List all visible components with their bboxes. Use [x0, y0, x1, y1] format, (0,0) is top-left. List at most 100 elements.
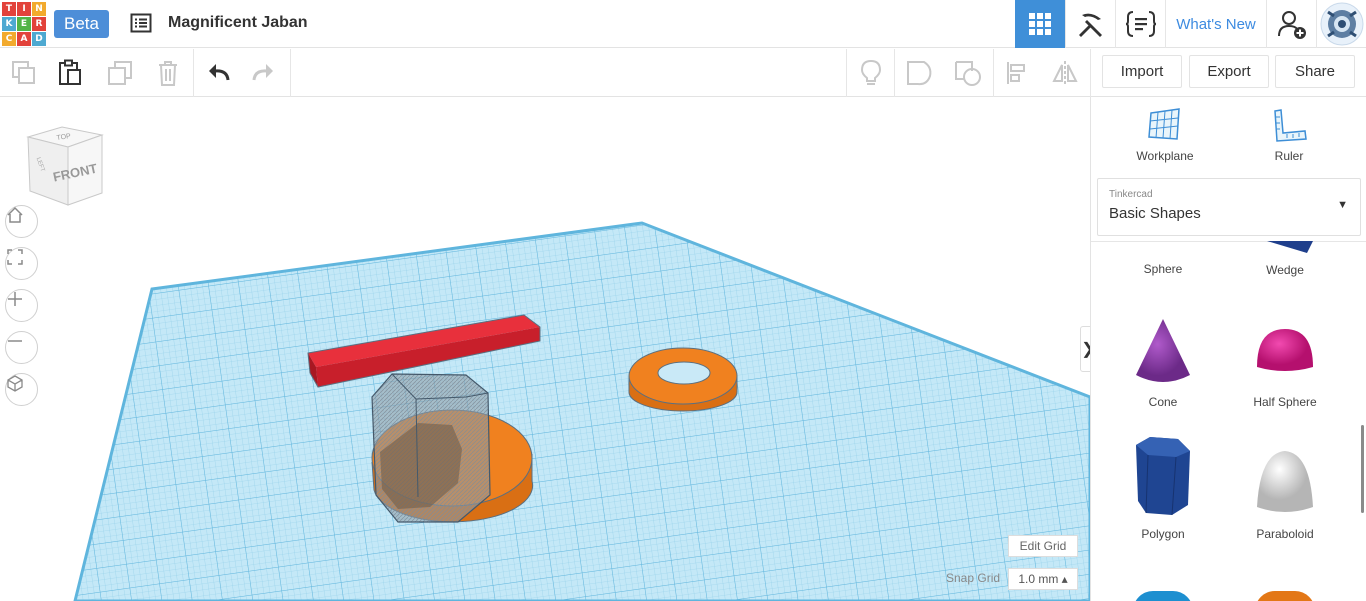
toolbar-divider	[846, 49, 847, 97]
shape-library-select[interactable]: Tinkercad Basic Shapes ▼	[1097, 178, 1361, 236]
view-cube[interactable]: TOP FRONT LEFT	[22, 123, 106, 207]
notes-button[interactable]	[857, 59, 885, 87]
fit-view-icon	[7, 249, 23, 265]
duplicate-icon	[108, 61, 132, 85]
snap-grid-label: Snap Grid	[946, 571, 1001, 585]
logo-letter: K	[2, 17, 16, 31]
shape-cone[interactable]: Cone	[1103, 315, 1223, 409]
design-title[interactable]: Magnificent Jaban	[168, 14, 308, 32]
workplane-icon	[1148, 108, 1180, 140]
wedge-icon	[1267, 241, 1313, 253]
zoom-in-button[interactable]	[5, 289, 38, 322]
ungroup-icon	[955, 61, 981, 86]
paraboloid-icon	[1257, 451, 1313, 512]
ungroup-button[interactable]	[954, 59, 982, 87]
tinkercad-logo[interactable]: T I N K E R C A D	[2, 2, 46, 46]
logo-letter: N	[32, 2, 46, 16]
edit-toolbar: Import Export Share	[0, 49, 1366, 97]
undo-button[interactable]	[204, 59, 232, 87]
caret-down-icon: ▼	[1337, 199, 1348, 211]
toolbar-divider	[193, 49, 194, 97]
codeblocks-button[interactable]	[1115, 0, 1165, 48]
mirror-button[interactable]	[1051, 59, 1079, 87]
avatar-icon	[1320, 2, 1363, 46]
redo-icon	[252, 64, 273, 81]
export-button[interactable]: Export	[1189, 55, 1269, 88]
align-button[interactable]	[1004, 59, 1032, 87]
shape-half-sphere[interactable]: Half Sphere	[1225, 315, 1345, 409]
logo-letter: R	[32, 17, 46, 31]
ruler-icon	[1274, 109, 1307, 142]
workplane-viewport[interactable]: TOP FRONT LEFT Edit Grid Snap Grid 1.0 m…	[0, 97, 1090, 601]
logo-letter: D	[32, 32, 46, 46]
logo-letter: I	[17, 2, 31, 16]
shape-polygon[interactable]: Polygon	[1103, 435, 1223, 541]
copy-icon	[12, 61, 35, 84]
workplane-grid[interactable]	[73, 221, 1090, 601]
zoom-out-icon	[8, 340, 22, 342]
toolbar-divider	[894, 49, 895, 97]
shape-sphere[interactable]: Sphere	[1103, 242, 1223, 276]
pickaxe-icon	[1078, 13, 1102, 37]
top-bar: T I N K E R C A D Beta Magnificent Jaban…	[0, 0, 1366, 48]
header-actions: What's New	[1015, 0, 1366, 48]
snap-grid-select[interactable]: 1.0 mm ▴	[1008, 568, 1078, 590]
shape-wedge[interactable]: Wedge	[1225, 239, 1345, 277]
library-source-label: Tinkercad	[1109, 189, 1153, 200]
mirror-icon	[1052, 61, 1078, 85]
grid-view-button[interactable]	[1015, 0, 1065, 48]
shape-label: Paraboloid	[1256, 527, 1314, 541]
add-user-icon	[1277, 11, 1306, 39]
ruler-label: Ruler	[1274, 149, 1304, 163]
orange-ring-shape[interactable]	[628, 347, 738, 412]
copy-button[interactable]	[10, 59, 38, 87]
shape-label: Half Sphere	[1253, 395, 1317, 409]
shape-preview-next[interactable]	[1255, 591, 1315, 601]
library-name-label: Basic Shapes	[1109, 205, 1201, 222]
shape-paraboloid[interactable]: Paraboloid	[1225, 435, 1345, 541]
group-button[interactable]	[906, 59, 934, 87]
workplane-label: Workplane	[1136, 149, 1194, 163]
code-blocks-icon	[1125, 11, 1156, 37]
delete-icon	[159, 61, 177, 86]
fit-view-button[interactable]	[5, 247, 38, 280]
logo-letter: T	[2, 2, 16, 16]
light-bulb-icon	[860, 59, 882, 85]
workplane-tool[interactable]: Workplane	[1115, 107, 1215, 163]
beta-badge[interactable]: Beta	[54, 10, 109, 38]
toolbar-divider	[290, 49, 291, 97]
paste-icon	[59, 59, 81, 85]
shapes-panel: Workplane Ruler Tinkercad Basic Shapes ▼…	[1090, 97, 1366, 601]
zoom-in-icon	[8, 292, 22, 306]
build-button[interactable]	[1065, 0, 1115, 48]
redo-button[interactable]	[250, 59, 278, 87]
edit-grid-button[interactable]: Edit Grid	[1008, 535, 1078, 557]
half-sphere-icon	[1257, 329, 1313, 371]
polygon-icon	[1136, 437, 1190, 516]
shape-label: Sphere	[1143, 262, 1183, 276]
zoom-out-button[interactable]	[5, 331, 38, 364]
import-button[interactable]: Import	[1102, 55, 1182, 88]
whats-new-link[interactable]: What's New	[1165, 0, 1266, 48]
home-view-button[interactable]	[5, 205, 38, 238]
shape-label: Wedge	[1266, 263, 1304, 277]
panel-scrollbar[interactable]	[1361, 425, 1364, 513]
paste-button[interactable]	[56, 59, 84, 87]
hole-polygon-shape[interactable]	[371, 373, 491, 523]
share-button[interactable]: Share	[1275, 55, 1355, 88]
home-icon	[7, 206, 23, 223]
logo-letter: A	[17, 32, 31, 46]
perspective-button[interactable]	[5, 373, 38, 406]
duplicate-button[interactable]	[106, 59, 134, 87]
shape-label: Polygon	[1141, 527, 1185, 541]
align-icon	[1007, 62, 1025, 84]
shape-preview-next[interactable]	[1133, 591, 1193, 601]
shape-label: Cone	[1148, 395, 1178, 409]
delete-button[interactable]	[154, 59, 182, 87]
logo-letter: C	[2, 32, 16, 46]
add-user-button[interactable]	[1266, 0, 1316, 48]
grid-icon	[1029, 13, 1051, 35]
user-avatar[interactable]	[1316, 0, 1366, 48]
design-list-icon[interactable]	[130, 12, 152, 34]
ruler-tool[interactable]: Ruler	[1239, 107, 1339, 163]
